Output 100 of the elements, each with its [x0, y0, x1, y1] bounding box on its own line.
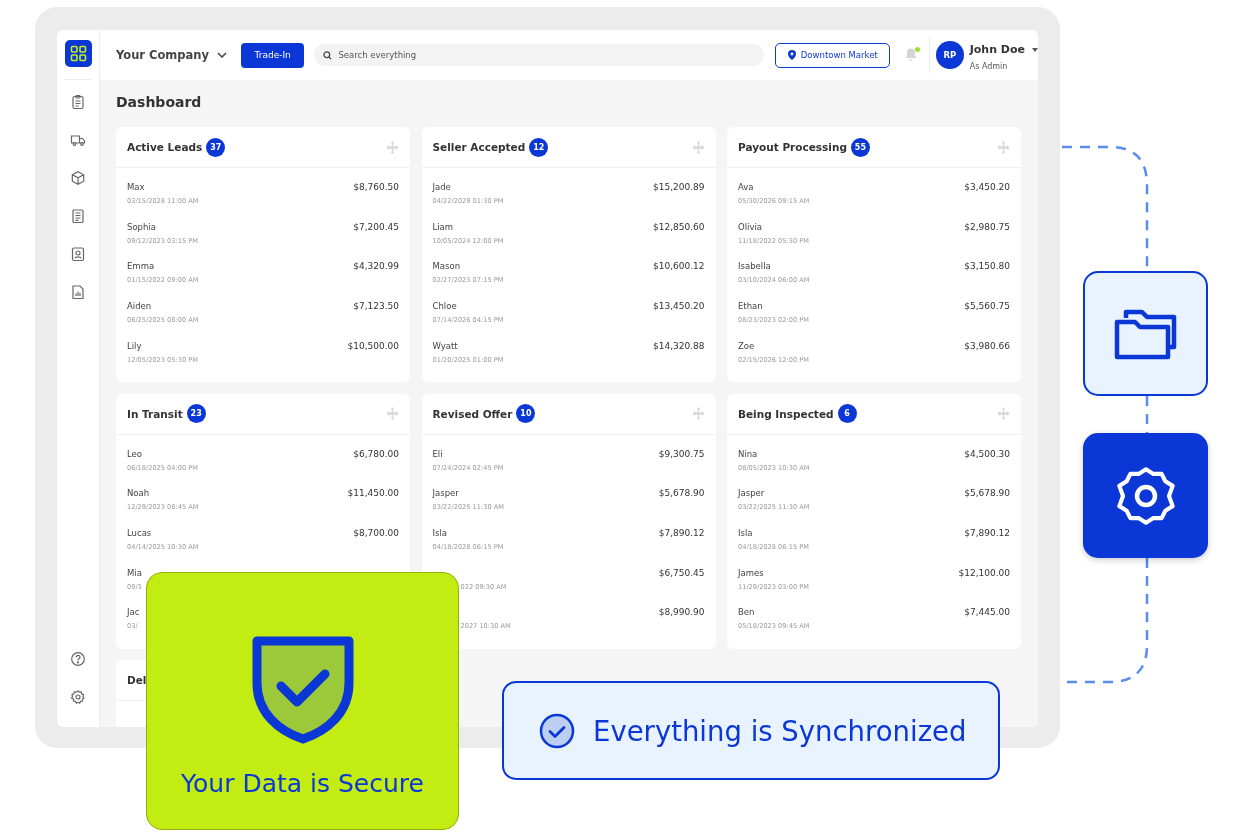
count-badge: 23 [186, 404, 206, 423]
count-badge: 10 [516, 404, 536, 423]
card-title: In Transit [127, 407, 183, 420]
chevron-down-icon [217, 52, 228, 58]
report-icon[interactable] [70, 284, 86, 300]
count-badge: 37 [206, 137, 226, 157]
amount: $12,100.00 [958, 566, 1010, 578]
amount: $12,850.60 [652, 220, 705, 232]
amount: $4,320.99 [353, 260, 399, 272]
card-title: Del [127, 674, 147, 686]
move-handle-icon[interactable] [691, 407, 705, 420]
customer-name: Jasper [432, 488, 460, 499]
settings-icon[interactable] [70, 689, 86, 705]
clipboard-icon[interactable] [70, 94, 86, 110]
customer-name: Noah [127, 488, 151, 499]
customer-name: Lucas [127, 527, 153, 538]
card-title: Being Inspected [738, 407, 834, 420]
customer-name: Olivia [738, 221, 763, 232]
customer-name: Eli [432, 448, 444, 459]
user-role: As Admin [969, 62, 1009, 71]
amount: $15,200.89 [652, 181, 705, 192]
amount: $10,500.00 [347, 339, 399, 351]
count-badge: 12 [529, 137, 549, 157]
help-icon[interactable] [70, 651, 86, 667]
company-selector[interactable]: Your Company [116, 48, 228, 62]
amount: $3,150.80 [964, 260, 1010, 272]
amount: $5,678.90 [658, 487, 705, 499]
amount: $5,678.90 [964, 487, 1010, 499]
customer-name: Leo [127, 448, 144, 459]
customer-name: Mia [127, 567, 142, 578]
customer-name: Emma [127, 261, 156, 272]
amount: $8,990.90 [658, 606, 705, 618]
user-name[interactable]: John Doe [969, 43, 1025, 56]
amount: $6,780.00 [353, 447, 399, 459]
amount: $6,750.45 [658, 566, 705, 578]
customer-name: Sophia [127, 221, 157, 232]
customer-name: Wyatt [432, 340, 459, 351]
move-handle-icon[interactable] [386, 140, 399, 154]
amount: $13,450.20 [652, 300, 705, 312]
amount: $9,300.75 [658, 447, 705, 459]
map-pin-icon [787, 50, 796, 60]
search-field[interactable]: Search everything [314, 44, 765, 66]
move-handle-icon[interactable] [691, 140, 705, 154]
customer-name: Ethan [738, 301, 764, 312]
sync-message: Everything is Synchronized [593, 714, 967, 747]
amount: $5,560.75 [964, 300, 1010, 312]
card-title: Active Leads [127, 141, 203, 153]
customer-name: Ben [738, 607, 756, 618]
customer-name: Liam [432, 221, 455, 232]
customer-name: Zoe [738, 340, 756, 351]
move-handle-icon[interactable] [997, 140, 1010, 154]
check-circle-icon [539, 712, 575, 749]
location-button[interactable]: Downtown Market [775, 42, 891, 68]
amount: $3,980.66 [964, 339, 1010, 351]
settings-tile[interactable] [1083, 433, 1208, 558]
security-message: Your Data is Secure [181, 769, 424, 798]
amount: $8,760.50 [353, 181, 399, 192]
customer-name: Jasper [738, 488, 766, 499]
amount: $4,500.30 [964, 447, 1010, 459]
count-badge: 55 [850, 137, 870, 157]
folder-tile[interactable] [1083, 271, 1208, 396]
caret-icon[interactable] [1032, 47, 1038, 52]
app-logo[interactable] [64, 40, 92, 67]
count-badge: 6 [837, 404, 857, 423]
amount: $14,320.88 [652, 339, 705, 351]
customer-name: Max [127, 182, 146, 192]
trade-in-button[interactable]: Trade-In [241, 42, 305, 68]
customer-name: Jade [432, 182, 452, 192]
customer-name: Isabella [738, 261, 772, 272]
card-title: Payout Processing [738, 141, 847, 153]
amount: $2,980.75 [964, 220, 1010, 232]
card-title: Revised Offer [432, 407, 513, 420]
customer-name: James [738, 567, 765, 578]
amount: $7,123.50 [353, 300, 399, 312]
amount: $7,890.12 [964, 526, 1010, 538]
customer-name: Nina [738, 448, 759, 459]
amount: $7,445.00 [964, 606, 1010, 618]
customer-name: Jac [127, 607, 140, 618]
customer-name: Ava [738, 182, 755, 192]
move-handle-icon[interactable] [386, 407, 399, 420]
amount: $7,890.12 [658, 526, 705, 538]
amount: $7,200.45 [353, 220, 399, 232]
customer-name: Aiden [127, 301, 153, 312]
card-title: Seller Accepted [432, 141, 526, 153]
customer-name: Chloe [432, 301, 458, 312]
customer-name: Isla [432, 527, 448, 538]
contact-icon[interactable] [70, 246, 86, 262]
amount: $8,700.00 [353, 526, 399, 538]
search-icon [323, 50, 333, 60]
page-title: Dashboard [116, 93, 203, 112]
truck-icon[interactable] [70, 132, 86, 148]
customer-name: Lily [127, 340, 143, 351]
customer-name: Mason [432, 261, 462, 272]
user-avatar[interactable]: RP [936, 41, 964, 69]
move-handle-icon[interactable] [997, 407, 1010, 420]
amount: $11,450.00 [347, 487, 399, 499]
box-icon[interactable] [70, 170, 86, 186]
amount: $3,450.20 [964, 181, 1010, 192]
document-icon[interactable] [70, 208, 86, 224]
folders-icon [1113, 307, 1178, 360]
